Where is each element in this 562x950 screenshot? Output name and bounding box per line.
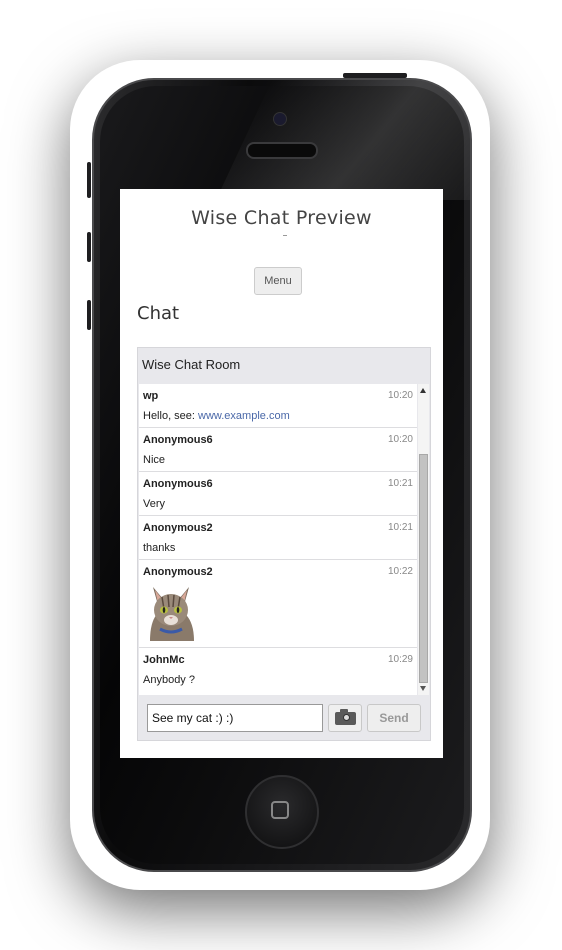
scroll-thumb[interactable] xyxy=(419,454,428,683)
message-user: JohnMc xyxy=(143,654,185,666)
message-input-row: Send xyxy=(138,695,430,741)
message-time: 10:20 xyxy=(387,390,413,401)
menu-button[interactable]: Menu xyxy=(254,267,302,295)
chat-widget: Wise Chat Room wp 10:20 Hello, see: www.… xyxy=(137,347,431,741)
cat-image[interactable] xyxy=(144,583,198,641)
message-text: Nice xyxy=(143,454,166,466)
scroll-up-arrow-icon[interactable] xyxy=(420,388,426,393)
message-item: JohnMc 10:29 Anybody ? xyxy=(139,648,417,695)
power-button xyxy=(343,73,407,78)
volume-up-button xyxy=(87,232,91,262)
message-time: 10:21 xyxy=(387,478,413,489)
scroll-down-arrow-icon[interactable] xyxy=(420,686,426,691)
message-item: wp 10:20 Hello, see: www.example.com xyxy=(139,384,417,428)
message-text: Very xyxy=(143,498,166,510)
chat-room-title: Wise Chat Room xyxy=(142,357,241,372)
message-scrollbar[interactable] xyxy=(418,384,429,695)
message-user: wp xyxy=(143,390,159,402)
earpiece-speaker xyxy=(246,142,318,159)
attach-image-button[interactable] xyxy=(328,704,362,732)
message-text: thanks xyxy=(143,542,176,554)
phone-screen: Wise Chat Preview Menu Chat Wise Chat Ro… xyxy=(120,189,443,758)
front-camera xyxy=(273,112,287,126)
send-button[interactable]: Send xyxy=(367,704,421,732)
message-item: Anonymous6 10:21 Very xyxy=(139,472,417,516)
message-time: 10:21 xyxy=(387,522,413,533)
message-user: Anonymous6 xyxy=(143,434,213,446)
page-heading: Chat xyxy=(137,303,180,324)
message-list[interactable]: wp 10:20 Hello, see: www.example.com Ano… xyxy=(139,384,417,695)
message-user: Anonymous2 xyxy=(143,566,213,578)
mute-switch xyxy=(87,162,91,198)
message-item: Anonymous2 10:22 xyxy=(139,560,417,648)
site-title: Wise Chat Preview xyxy=(191,207,372,229)
tagline-dash xyxy=(283,235,287,236)
message-text-prefix: Hello, see: xyxy=(143,410,199,422)
message-user: Anonymous6 xyxy=(143,478,213,490)
message-time: 10:22 xyxy=(387,566,413,577)
message-user: Anonymous2 xyxy=(143,522,213,534)
message-item: Anonymous2 10:21 thanks xyxy=(139,516,417,560)
camera-icon xyxy=(335,712,356,725)
message-input[interactable] xyxy=(147,704,323,732)
home-square-icon xyxy=(271,801,289,819)
message-item: Anonymous6 10:20 Nice xyxy=(139,428,417,472)
message-time: 10:29 xyxy=(387,654,413,665)
message-text: Anybody ? xyxy=(143,674,195,686)
camera-lens xyxy=(343,714,350,721)
message-link[interactable]: www.example.com xyxy=(198,410,290,422)
message-text: Hello, see: www.example.com xyxy=(143,410,290,422)
message-time: 10:20 xyxy=(387,434,413,445)
volume-down-button xyxy=(87,300,91,330)
home-button[interactable] xyxy=(245,775,319,849)
